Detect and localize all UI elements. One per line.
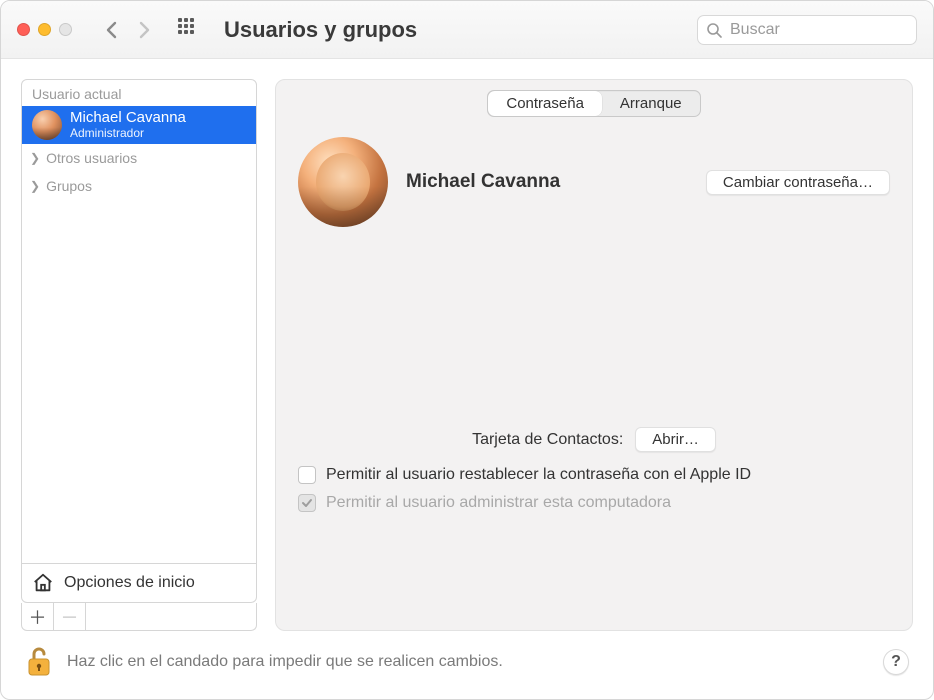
lock-icon[interactable] bbox=[25, 645, 53, 679]
minimize-window-button[interactable] bbox=[38, 23, 51, 36]
sidebar-label-groups: Grupos bbox=[46, 178, 92, 194]
help-button[interactable]: ? bbox=[883, 649, 909, 675]
users-sidebar: Usuario actual Michael Cavanna Administr… bbox=[21, 79, 257, 603]
user-header-row: Michael Cavanna Cambiar contraseña… bbox=[276, 117, 912, 227]
add-user-button[interactable]: ＋ bbox=[22, 603, 54, 630]
page-title: Usuarios y grupos bbox=[224, 17, 417, 43]
search-field-container bbox=[697, 15, 917, 45]
forward-button[interactable] bbox=[132, 18, 156, 42]
search-input[interactable] bbox=[697, 15, 917, 45]
titlebar: Usuarios y grupos bbox=[1, 1, 933, 59]
sidebar-label-other-users: Otros usuarios bbox=[46, 150, 137, 166]
chevron-right-icon: ❯ bbox=[30, 151, 40, 165]
allow-admin-row: Permitir al usuario administrar esta com… bbox=[298, 494, 890, 512]
chevron-right-icon: ❯ bbox=[30, 179, 40, 193]
sidebar-item-other-users[interactable]: ❯ Otros usuarios bbox=[22, 144, 256, 172]
sidebar-item-current-user[interactable]: Michael Cavanna Administrador bbox=[22, 106, 256, 144]
sidebar-column: Usuario actual Michael Cavanna Administr… bbox=[21, 79, 257, 631]
open-contacts-button[interactable]: Abrir… bbox=[635, 427, 716, 452]
sidebar-user-role: Administrador bbox=[70, 126, 186, 140]
add-remove-row: ＋ － bbox=[21, 603, 257, 631]
contacts-card-label: Tarjeta de Contactos: bbox=[472, 431, 623, 449]
show-all-prefs-button[interactable] bbox=[178, 18, 202, 42]
login-options-label: Opciones de inicio bbox=[64, 574, 195, 592]
lock-hint-text: Haz clic en el candado para impedir que … bbox=[67, 653, 503, 671]
allow-appleid-reset-checkbox[interactable] bbox=[298, 466, 316, 484]
zoom-window-button bbox=[59, 23, 72, 36]
allow-appleid-reset-label: Permitir al usuario restablecer la contr… bbox=[326, 466, 751, 484]
remove-user-button: － bbox=[54, 603, 86, 630]
close-window-button[interactable] bbox=[17, 23, 30, 36]
tab-bar: Contraseña Arranque bbox=[487, 90, 700, 117]
back-button[interactable] bbox=[100, 18, 124, 42]
user-avatar-large[interactable] bbox=[298, 137, 388, 227]
allow-admin-label: Permitir al usuario administrar esta com… bbox=[326, 494, 671, 512]
sidebar-section-current-user: Usuario actual bbox=[22, 80, 256, 106]
users-groups-prefpane: Usuarios y grupos Usuario actual Michael… bbox=[0, 0, 934, 700]
content-body: Usuario actual Michael Cavanna Administr… bbox=[1, 59, 933, 699]
house-icon bbox=[32, 572, 54, 594]
sidebar-user-name: Michael Cavanna bbox=[70, 110, 186, 126]
user-avatar-small bbox=[32, 110, 62, 140]
allow-appleid-reset-row: Permitir al usuario restablecer la contr… bbox=[298, 466, 890, 484]
search-icon bbox=[706, 22, 722, 43]
tab-password[interactable]: Contraseña bbox=[488, 91, 602, 116]
window-controls bbox=[17, 23, 72, 36]
tab-startup[interactable]: Arranque bbox=[602, 91, 700, 116]
detail-panel: Contraseña Arranque Michael Cavanna Camb… bbox=[275, 79, 913, 631]
sidebar-item-groups[interactable]: ❯ Grupos bbox=[22, 172, 256, 200]
footer-row: Haz clic en el candado para impedir que … bbox=[21, 631, 913, 687]
user-display-name: Michael Cavanna bbox=[406, 171, 560, 193]
contacts-card-row: Tarjeta de Contactos: Abrir… bbox=[450, 427, 738, 452]
change-password-button[interactable]: Cambiar contraseña… bbox=[706, 170, 890, 195]
login-options-button[interactable]: Opciones de inicio bbox=[22, 563, 256, 602]
checkbox-section: Permitir al usuario restablecer la contr… bbox=[276, 452, 912, 534]
allow-admin-checkbox bbox=[298, 494, 316, 512]
